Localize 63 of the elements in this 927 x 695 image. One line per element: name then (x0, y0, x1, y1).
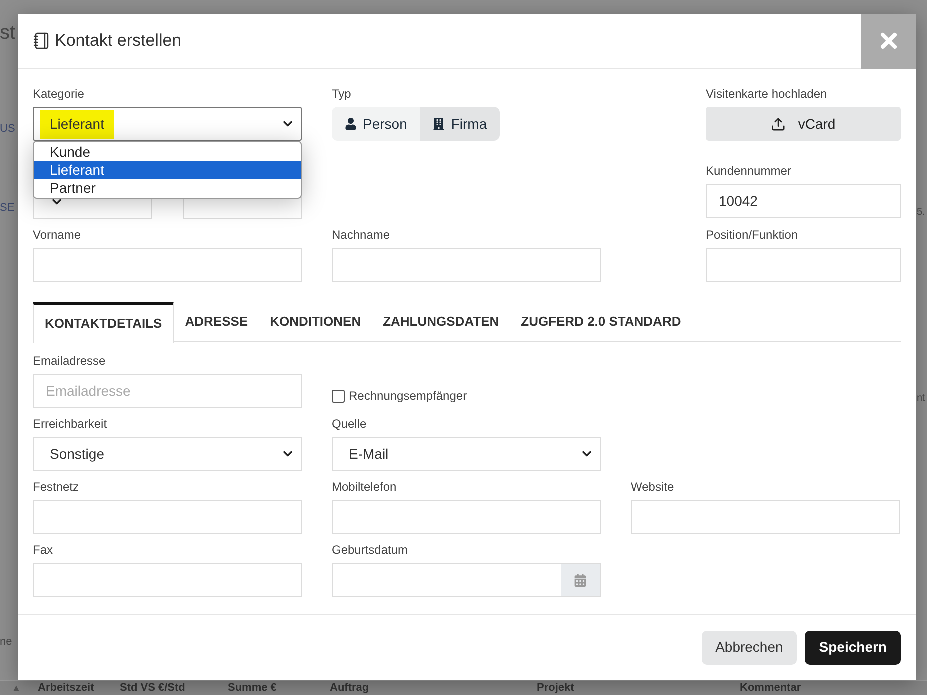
calendar-icon (574, 574, 587, 586)
notebook-icon (33, 32, 51, 50)
column-header: Summe € (228, 682, 278, 694)
page-text: nt (917, 392, 925, 406)
type-toggle[interactable]: Person (332, 107, 420, 141)
text-field[interactable] (332, 500, 601, 534)
field-label: Geburtsdatum (332, 542, 408, 559)
dropdown-option[interactable]: Kunde (34, 143, 301, 161)
text-field[interactable] (631, 500, 900, 534)
date-field[interactable] (332, 563, 601, 597)
text-field[interactable]: Emailadresse (33, 374, 302, 408)
select-field[interactable]: Lieferant (33, 107, 302, 141)
page-text: SE (0, 201, 15, 216)
column-header: Arbeitszeit (38, 682, 96, 694)
page-heading: st (0, 21, 16, 45)
upload-button[interactable]: vCard (706, 107, 901, 141)
field-label: Visitenkarte hochladen (706, 86, 828, 103)
cancel-button[interactable]: Abbrechen (702, 630, 798, 664)
selected-value: Lieferant (40, 110, 114, 138)
select-field[interactable]: Sonstige (33, 437, 302, 471)
tab[interactable]: ZAHLUNGSDATEN (372, 302, 510, 342)
field-label: Quelle (332, 416, 367, 433)
dropdown-option[interactable]: Partner (34, 179, 301, 197)
person-icon (345, 118, 357, 130)
page-text: US (0, 122, 16, 137)
upload-icon (771, 116, 786, 132)
field-label: Kategorie (33, 86, 84, 103)
field-label: Kundennummer (706, 163, 792, 180)
checkbox-label: Rechnungsempfänger (349, 388, 468, 405)
tab[interactable]: ZUGFERD 2.0 STANDARD (510, 302, 692, 342)
field-label: Website (631, 479, 674, 496)
field-label: Emailadresse (33, 353, 106, 370)
save-button[interactable]: Speichern (805, 630, 901, 664)
text-field[interactable] (332, 248, 601, 282)
column-header: Auftrag (330, 682, 370, 694)
type-toggle[interactable]: Firma (420, 107, 500, 141)
checkbox[interactable] (332, 390, 345, 402)
text-field[interactable] (33, 563, 302, 597)
building-icon (433, 118, 446, 130)
page-text: ne (0, 635, 12, 650)
select-field[interactable]: E-Mail (332, 437, 601, 471)
column-header: Std VS €/Std (120, 682, 186, 694)
tab[interactable]: KONTAKTDETAILS (33, 302, 174, 343)
page-text: 5. (917, 206, 925, 220)
column-header: Kommentar (740, 682, 802, 694)
field-label: Fax (33, 542, 54, 559)
column-header: Projekt (537, 682, 576, 694)
tab[interactable]: KONDITIONEN (259, 302, 372, 342)
text-field[interactable] (706, 248, 901, 282)
text-field[interactable] (33, 248, 302, 282)
field-label: Erreichbarkeit (33, 416, 108, 433)
field-label: Mobiltelefon (332, 479, 397, 496)
dialog-title: Kontakt erstellen (55, 30, 182, 52)
tab[interactable]: ADRESSE (174, 302, 260, 342)
field-label: Festnetz (33, 479, 80, 496)
text-field[interactable] (33, 500, 302, 534)
close-button[interactable] (861, 14, 916, 68)
field-label: Nachname (332, 227, 390, 244)
dropdown-option[interactable]: Lieferant (34, 161, 301, 179)
text-field[interactable]: 10042 (706, 184, 901, 218)
field-label: Vorname (33, 227, 82, 244)
field-label: Position/Funktion (706, 227, 798, 244)
field-label: Typ (332, 86, 352, 103)
